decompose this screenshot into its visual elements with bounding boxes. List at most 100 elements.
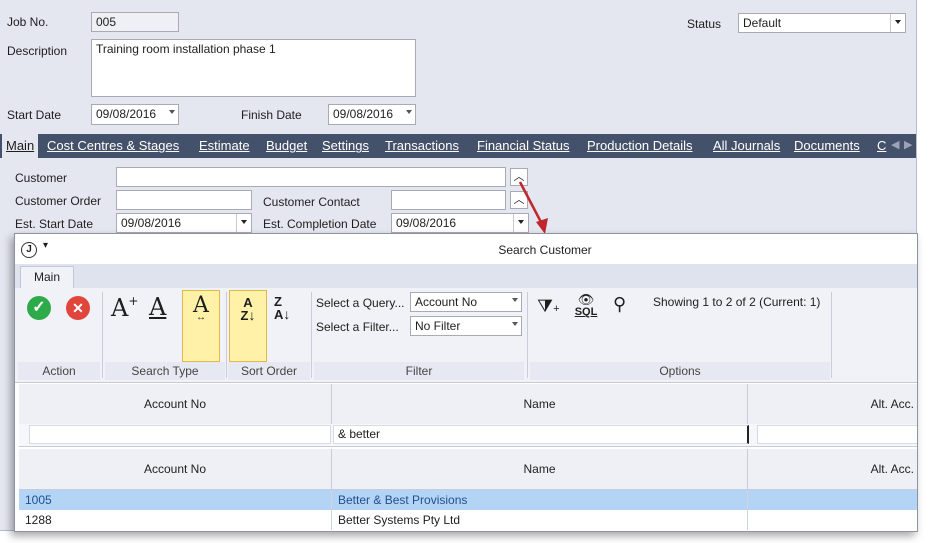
scroll-left-icon[interactable]: ◀ bbox=[891, 138, 899, 151]
est-completion-label: Est. Completion Date bbox=[263, 217, 377, 231]
finish-date-picker[interactable]: 09/08/2016 bbox=[328, 104, 416, 125]
select-filter-label: Select a Filter... bbox=[316, 320, 399, 334]
add-filter-icon[interactable]: ⧩+ bbox=[537, 296, 560, 317]
job-no-label: Job No. bbox=[7, 15, 49, 29]
divider bbox=[831, 292, 832, 378]
search-settings-icon[interactable]: ⚲ bbox=[613, 294, 626, 315]
search-account-no-input[interactable] bbox=[29, 425, 331, 444]
tab-documents[interactable]: Documents bbox=[794, 134, 860, 158]
select-query-value: Account No bbox=[415, 295, 478, 309]
table-row[interactable]: 1005 Better & Best Provisions bbox=[19, 490, 917, 510]
select-query-label: Select a Query... bbox=[316, 296, 405, 310]
search-type-active-button[interactable]: A ↔ bbox=[182, 290, 220, 362]
customer-contact-field[interactable] bbox=[391, 190, 506, 210]
start-date-picker[interactable]: 09/08/2016 bbox=[91, 104, 179, 125]
job-tab-bar: Main Cost Centres & Stages Estimate Budg… bbox=[0, 134, 916, 160]
annotation-arrow-icon bbox=[518, 181, 548, 234]
select-query-dropdown[interactable]: Account No bbox=[410, 292, 522, 312]
sort-az-icon: A Z↓ bbox=[240, 295, 256, 323]
ribbon-tab-main[interactable]: Main bbox=[20, 266, 74, 289]
customer-contact-label: Customer Contact bbox=[263, 195, 360, 209]
table-row[interactable]: 1288 Better Systems Pty Ltd bbox=[19, 510, 917, 530]
tab-transactions[interactable]: Transactions bbox=[385, 134, 459, 158]
chevron-down-icon[interactable] bbox=[169, 110, 175, 114]
cell-alt-acc bbox=[748, 490, 917, 510]
showing-count: Showing 1 to 2 of 2 (Current: 1) bbox=[653, 295, 821, 309]
search-criteria-header: Account No Name Alt. Acc. bbox=[19, 384, 917, 425]
customer-label: Customer bbox=[15, 171, 68, 185]
est-start-value: 09/08/2016 bbox=[121, 216, 182, 230]
column-header-name[interactable]: Name bbox=[332, 384, 748, 424]
sort-za-icon[interactable]: Z A↓ bbox=[274, 295, 290, 321]
sql-label: SQL bbox=[574, 306, 598, 318]
scroll-right-icon[interactable]: ▶ bbox=[904, 138, 912, 151]
tab-estimate[interactable]: Estimate bbox=[199, 134, 250, 158]
tab-financial-status[interactable]: Financial Status bbox=[477, 134, 570, 158]
cancel-icon[interactable]: ✕ bbox=[66, 296, 90, 320]
tab-settings[interactable]: Settings bbox=[322, 134, 369, 158]
job-no-field[interactable]: 005 bbox=[91, 12, 179, 32]
est-completion-picker[interactable]: 09/08/2016 bbox=[391, 213, 529, 233]
status-label: Status bbox=[687, 17, 722, 31]
est-start-picker[interactable]: 09/08/2016 bbox=[116, 213, 252, 233]
tab-budget[interactable]: Budget bbox=[266, 134, 307, 158]
cell-account-no: 1288 bbox=[19, 510, 332, 530]
cell-name: Better & Best Provisions bbox=[332, 490, 748, 510]
divider bbox=[102, 292, 103, 378]
tab-overflow[interactable]: C bbox=[877, 134, 886, 158]
column-header-alt-acc[interactable]: Alt. Acc. bbox=[748, 384, 917, 424]
tab-main[interactable]: Main bbox=[2, 134, 39, 160]
ribbon: ✓ ✕ Action A+ A A ↔ Search Type A Z↓ Z A↓ … bbox=[15, 288, 917, 383]
dialog-title: Search Customer bbox=[498, 243, 592, 257]
search-contains-icon[interactable]: A bbox=[149, 293, 166, 321]
cell-alt-acc bbox=[748, 510, 917, 530]
group-label-search-type: Search Type bbox=[105, 362, 225, 380]
column-header-account-no[interactable]: Account No bbox=[19, 384, 332, 424]
finish-date-label: Finish Date bbox=[241, 108, 302, 122]
chevron-down-icon[interactable] bbox=[236, 214, 251, 232]
arrows-icon: ↔ bbox=[196, 312, 206, 323]
tab-cost-centres[interactable]: Cost Centres & Stages bbox=[47, 134, 179, 158]
divider bbox=[311, 292, 312, 378]
tab-all-journals[interactable]: All Journals bbox=[713, 134, 780, 158]
eye-icon: 👁 bbox=[577, 292, 595, 307]
search-alt-acc-input[interactable] bbox=[757, 425, 917, 444]
chevron-down-icon[interactable] bbox=[512, 322, 518, 326]
chevron-down-icon[interactable] bbox=[890, 14, 905, 32]
ribbon-tab-strip: Main bbox=[15, 264, 917, 289]
tab-production-details[interactable]: Production Details bbox=[587, 134, 693, 158]
est-start-label: Est. Start Date bbox=[15, 217, 94, 231]
est-completion-value: 09/08/2016 bbox=[396, 216, 457, 230]
search-starts-with-icon[interactable]: A+ bbox=[111, 294, 138, 322]
finish-date-value: 09/08/2016 bbox=[333, 107, 394, 121]
sort-ascending-button[interactable]: A Z↓ bbox=[229, 290, 267, 362]
chevron-down-icon[interactable] bbox=[512, 298, 518, 302]
group-label-sort-order: Sort Order bbox=[228, 362, 310, 380]
status-select[interactable]: Default bbox=[738, 13, 906, 33]
search-name-input[interactable]: & better bbox=[333, 425, 749, 444]
description-field[interactable]: Training room installation phase 1 bbox=[91, 39, 416, 97]
select-filter-value: No Filter bbox=[415, 319, 461, 333]
start-date-label: Start Date bbox=[7, 108, 62, 122]
results-header: Account No Name Alt. Acc. bbox=[19, 449, 917, 490]
results-column-account-no[interactable]: Account No bbox=[19, 449, 332, 489]
start-date-value: 09/08/2016 bbox=[96, 107, 157, 121]
group-label-action: Action bbox=[18, 362, 100, 380]
group-label-filter: Filter bbox=[314, 362, 524, 380]
customer-field[interactable] bbox=[116, 167, 506, 187]
search-criteria-row: & better bbox=[19, 424, 917, 447]
search-customer-dialog: J ▾ Search Customer Main ✓ ✕ Action A+ A… bbox=[14, 233, 918, 532]
select-filter-dropdown[interactable]: No Filter bbox=[410, 316, 522, 336]
sql-button[interactable]: 👁 SQL bbox=[573, 292, 599, 318]
accept-icon[interactable]: ✓ bbox=[27, 296, 51, 320]
results-column-name[interactable]: Name bbox=[332, 449, 748, 489]
chevron-down-icon[interactable] bbox=[406, 110, 412, 114]
divider bbox=[527, 292, 528, 378]
customer-order-field[interactable] bbox=[116, 190, 252, 210]
results-column-alt-acc[interactable]: Alt. Acc. bbox=[748, 449, 917, 489]
description-label: Description bbox=[7, 44, 68, 58]
dialog-title-bar: J ▾ Search Customer bbox=[15, 234, 917, 264]
customer-order-label: Customer Order bbox=[15, 194, 102, 208]
cell-account-no: 1005 bbox=[19, 490, 332, 510]
divider bbox=[226, 292, 227, 378]
